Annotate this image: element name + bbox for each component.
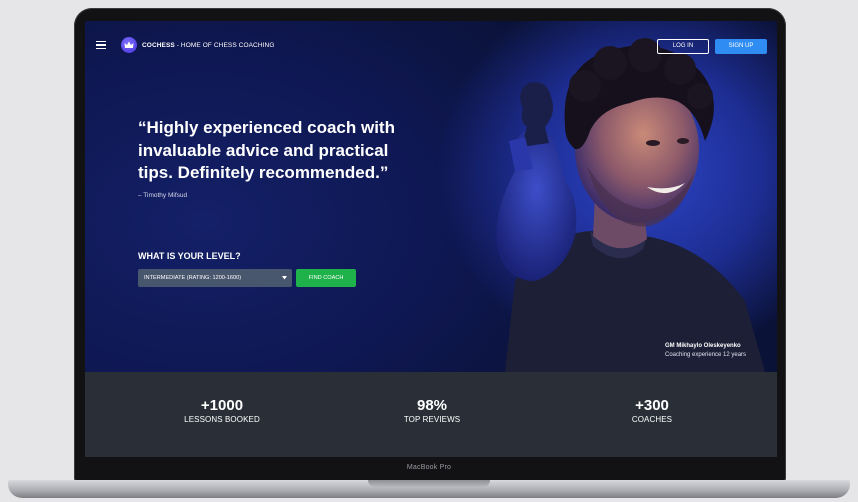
stats-bar: +1000 LESSONS BOOKED 98% TOP REVIEWS +30… — [85, 372, 777, 457]
stat-value: 98% — [416, 397, 448, 414]
signup-button[interactable]: SIGN UP — [715, 39, 767, 54]
stat-lessons: +1000 LESSONS BOOKED — [142, 397, 302, 424]
laptop-screen: COCHESS - HOME OF CHESS COACHING LOG IN … — [85, 21, 777, 457]
brand-logo-text[interactable]: COCHESS - HOME OF CHESS COACHING — [142, 42, 275, 49]
stat-reviews: 98% TOP REVIEWS — [352, 397, 512, 424]
stat-value: +300 — [635, 397, 669, 414]
find-coach-button[interactable]: FIND COACH — [296, 269, 356, 287]
coach-experience: Coaching experience 12 years — [665, 352, 747, 358]
crown-icon[interactable] — [121, 37, 137, 53]
testimonial-quote: “Highly experienced coach with invaluabl… — [138, 118, 395, 182]
device-model-label: MacBook Pro — [406, 464, 452, 471]
level-label: WHAT IS YOUR LEVEL? — [138, 251, 241, 261]
level-dropdown[interactable]: INTERMEDIATE (RATING: 1200-1600) — [138, 269, 292, 287]
coach-name: GM Mikhaylo Oleskeyenko — [665, 343, 741, 349]
stat-label: COACHES — [631, 415, 673, 424]
login-button[interactable]: LOG IN — [657, 39, 709, 54]
stat-label: LESSONS BOOKED — [184, 415, 260, 424]
stat-label: TOP REVIEWS — [403, 415, 461, 424]
hero-section: COCHESS - HOME OF CHESS COACHING LOG IN … — [85, 21, 777, 372]
laptop-base-notch — [368, 480, 490, 487]
caret-down-icon — [282, 276, 287, 280]
brand-tagline: - HOME OF CHESS COACHING — [174, 42, 275, 49]
stat-coaches: +300 COACHES — [572, 397, 732, 424]
stat-value: +1000 — [200, 397, 244, 414]
brand-name: COCHESS — [142, 42, 175, 49]
testimonial-author: – Timothy Mifsud — [138, 192, 188, 199]
top-navigation: COCHESS - HOME OF CHESS COACHING LOG IN … — [85, 21, 777, 71]
level-selected-value: INTERMEDIATE (RATING: 1200-1600) — [144, 275, 242, 281]
hamburger-icon[interactable] — [96, 41, 106, 50]
coach-photo — [496, 38, 765, 372]
